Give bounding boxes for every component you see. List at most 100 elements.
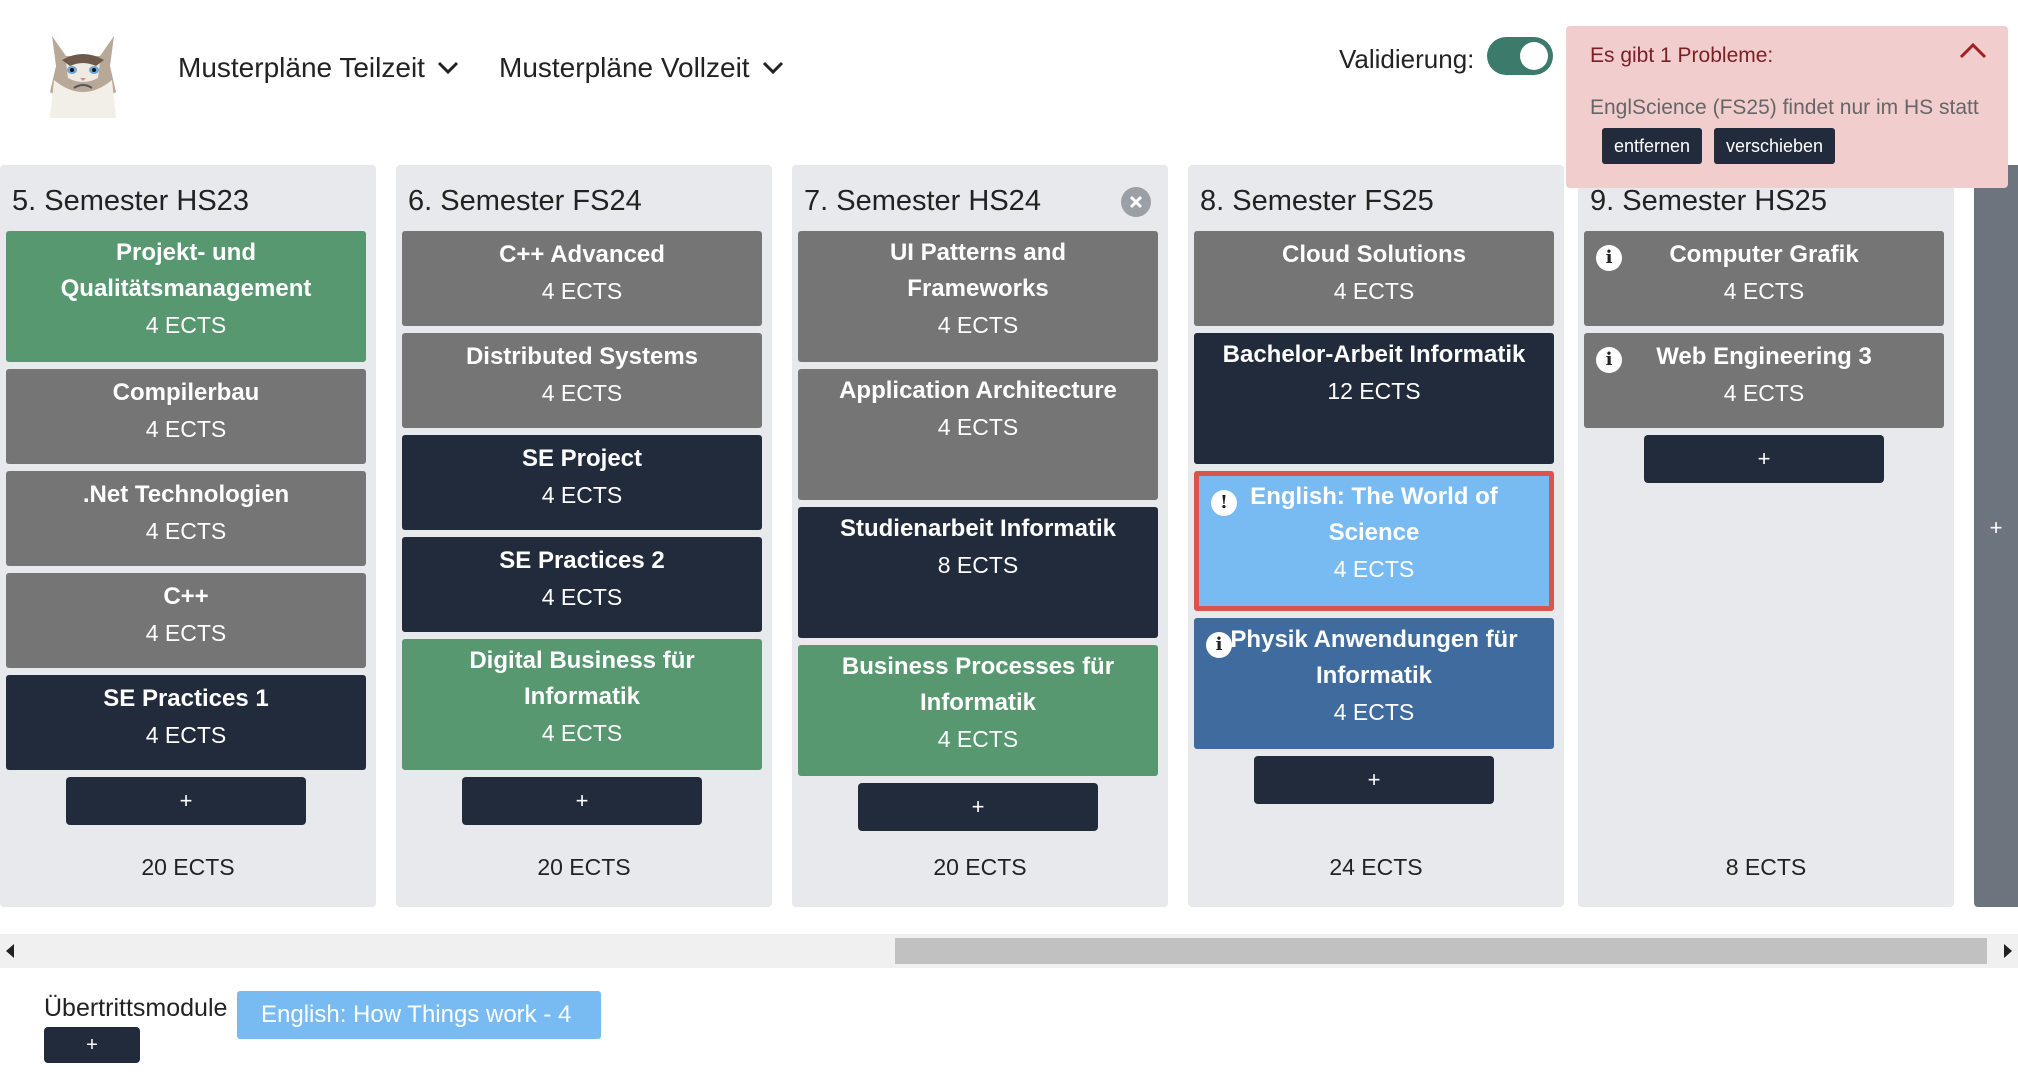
semester-board: 5. Semester HS23 Projekt- und Qualitätsm… — [0, 165, 2018, 908]
semester-total: 20 ECTS — [141, 854, 235, 880]
module-card[interactable]: i Web Engineering 3 4 ECTS — [1584, 333, 1944, 428]
module-name: SE Practices 1 — [103, 685, 269, 712]
module-card[interactable]: C++ Advanced 4 ECTS — [402, 231, 762, 326]
module-ects: 4 ECTS — [145, 416, 227, 442]
module-name: Cloud Solutions — [1282, 241, 1466, 268]
horizontal-scrollbar[interactable] — [0, 934, 2018, 968]
semester-title: 9. Semester HS25 — [1590, 185, 1827, 217]
semester-title: 6. Semester FS24 — [408, 185, 642, 217]
collapse-alert-button[interactable] — [1958, 40, 1988, 65]
module-name: Physik Anwendungen für Informatik — [1230, 626, 1518, 689]
module-ects: 8 ECTS — [937, 552, 1019, 578]
nav-musterplaene-teilzeit[interactable]: Musterpläne Teilzeit — [178, 52, 459, 84]
module-ects: 4 ECTS — [145, 722, 227, 748]
semester-column: 9. Semester HS25 i Computer Grafik 4 ECT… — [1578, 165, 1954, 907]
module-card[interactable]: Business Processes für Informatik 4 ECTS — [798, 645, 1158, 776]
module-card[interactable]: C++ 4 ECTS — [6, 573, 366, 668]
module-ects: 4 ECTS — [145, 518, 227, 544]
nav-musterplaene-teilzeit-label: Musterpläne Teilzeit — [178, 52, 425, 83]
semester-total: 8 ECTS — [1725, 854, 1807, 880]
add-transfer-module-button[interactable]: + — [44, 1027, 140, 1063]
module-ects: 4 ECTS — [541, 380, 623, 406]
module-card[interactable]: Studienarbeit Informatik 8 ECTS — [798, 507, 1158, 638]
add-semester-label: + — [1989, 515, 2003, 540]
scroll-right-arrow-icon[interactable] — [2004, 944, 2012, 958]
module-name: SE Practices 2 — [499, 547, 665, 574]
module-card[interactable]: .Net Technologien 4 ECTS — [6, 471, 366, 566]
module-ects: 4 ECTS — [937, 726, 1019, 752]
remove-semester-button[interactable] — [1121, 187, 1151, 217]
add-module-button[interactable]: + — [1644, 435, 1884, 483]
module-name: Web Engineering 3 — [1656, 343, 1872, 370]
semester-column: 7. Semester HS24 UI Patterns and Framewo… — [792, 165, 1168, 907]
module-card[interactable]: i Computer Grafik 4 ECTS — [1584, 231, 1944, 326]
semester-total: 20 ECTS — [537, 854, 631, 880]
grumpy-cat-logo[interactable] — [40, 22, 126, 118]
module-ects: 4 ECTS — [937, 414, 1019, 440]
semester-column: 5. Semester HS23 Projekt- und Qualitätsm… — [0, 165, 376, 907]
transfer-module-chip[interactable]: English: How Things work - 4 — [237, 991, 601, 1039]
module-ects: 4 ECTS — [541, 278, 623, 304]
module-card[interactable]: Bachelor-Arbeit Informatik 12 ECTS — [1194, 333, 1554, 464]
info-icon: i — [1596, 245, 1622, 271]
module-ects: 4 ECTS — [541, 482, 623, 508]
alert-title: Es gibt 1 Probleme: — [1590, 44, 1774, 67]
module-card-error[interactable]: ! English: The World of Science 4 ECTS — [1194, 471, 1554, 611]
nav-musterplaene-vollzeit[interactable]: Musterpläne Vollzeit — [499, 52, 784, 84]
add-module-button[interactable]: + — [1254, 756, 1494, 804]
module-ects: 4 ECTS — [1723, 278, 1805, 304]
module-name: Digital Business für Informatik — [469, 647, 695, 710]
semester-total: 20 ECTS — [933, 854, 1027, 880]
add-module-button[interactable]: + — [858, 783, 1098, 831]
toggle-knob — [1520, 42, 1548, 70]
module-card[interactable]: i Physik Anwendungen für Informatik 4 EC… — [1194, 618, 1554, 749]
module-card[interactable]: Digital Business für Informatik 4 ECTS — [402, 639, 762, 770]
move-module-button[interactable]: verschieben — [1714, 128, 1836, 164]
module-name: Application Architecture — [839, 377, 1117, 404]
module-name: Computer Grafik — [1669, 241, 1859, 268]
module-card[interactable]: Cloud Solutions 4 ECTS — [1194, 231, 1554, 326]
module-ects: 4 ECTS — [1333, 556, 1415, 582]
add-module-button[interactable]: + — [66, 777, 306, 825]
module-name: UI Patterns and Frameworks — [889, 239, 1067, 302]
scrollbar-thumb[interactable] — [895, 938, 1987, 964]
add-module-button[interactable]: + — [462, 777, 702, 825]
module-card[interactable]: Projekt- und Qualitätsmanagement 4 ECTS — [6, 231, 366, 362]
module-name: English: The World of Science — [1250, 483, 1498, 546]
module-card[interactable]: SE Project 4 ECTS — [402, 435, 762, 530]
validation-alert: Es gibt 1 Probleme: EnglScience (FS25) f… — [1566, 26, 2008, 188]
module-ects: 4 ECTS — [145, 620, 227, 646]
transfer-modules-label: Übertrittsmodule — [44, 994, 228, 1022]
module-ects: 12 ECTS — [1327, 378, 1421, 404]
module-card[interactable]: SE Practices 1 4 ECTS — [6, 675, 366, 770]
semester-title: 7. Semester HS24 — [804, 185, 1041, 217]
semester-column: 8. Semester FS25 Cloud Solutions 4 ECTS … — [1188, 165, 1564, 907]
scroll-left-arrow-icon[interactable] — [6, 944, 14, 958]
semester-total: 24 ECTS — [1329, 854, 1423, 880]
semester-title: 5. Semester HS23 — [12, 185, 249, 217]
module-ects: 4 ECTS — [541, 584, 623, 610]
module-ects: 4 ECTS — [1333, 278, 1415, 304]
chevron-down-icon — [762, 61, 783, 75]
module-card[interactable]: UI Patterns and Frameworks 4 ECTS — [798, 231, 1158, 362]
module-ects: 4 ECTS — [1333, 699, 1415, 725]
module-card[interactable]: SE Practices 2 4 ECTS — [402, 537, 762, 632]
module-name: Projekt- und Qualitätsmanagement — [60, 239, 312, 302]
add-semester-button[interactable]: + — [1974, 165, 2018, 907]
module-ects: 4 ECTS — [541, 720, 623, 746]
nav-musterplaene-vollzeit-label: Musterpläne Vollzeit — [499, 52, 750, 83]
module-card[interactable]: Application Architecture 4 ECTS — [798, 369, 1158, 500]
module-card[interactable]: Compilerbau 4 ECTS — [6, 369, 366, 464]
semester-column: 6. Semester FS24 C++ Advanced 4 ECTS Dis… — [396, 165, 772, 907]
info-icon: i — [1596, 347, 1622, 373]
validation-label: Validierung: — [1339, 44, 1475, 74]
module-name: .Net Technologien — [82, 481, 290, 508]
module-name: Compilerbau — [112, 379, 260, 406]
module-name: SE Project — [521, 445, 643, 472]
remove-module-button[interactable]: entfernen — [1602, 128, 1703, 164]
validation-toggle[interactable] — [1487, 37, 1553, 75]
module-card[interactable]: Distributed Systems 4 ECTS — [402, 333, 762, 428]
module-name: Studienarbeit Informatik — [839, 515, 1117, 542]
warning-icon: ! — [1211, 490, 1237, 516]
info-icon: i — [1206, 632, 1232, 658]
